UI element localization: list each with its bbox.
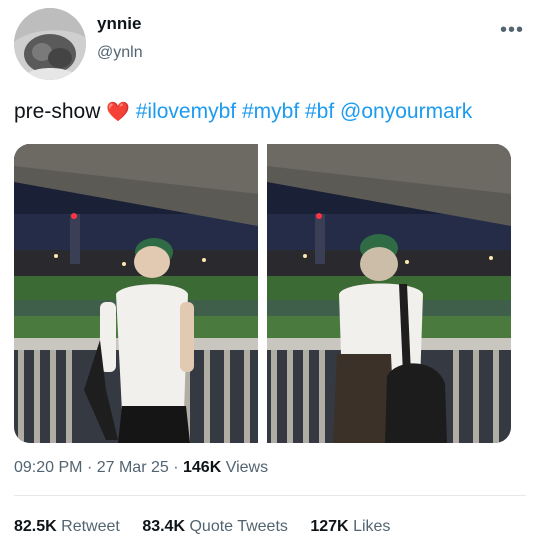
divider bbox=[14, 495, 526, 496]
photo-front[interactable] bbox=[14, 144, 258, 443]
retweets-count: 82.5K bbox=[14, 518, 57, 535]
tweet-body: pre-show bbox=[14, 100, 101, 123]
heart-emoji: ❤️ bbox=[106, 102, 130, 123]
hashtag-ilovemybf[interactable]: #ilovemybf bbox=[136, 100, 236, 123]
meta-separator: · bbox=[86, 459, 93, 476]
hashtag-bf[interactable]: #bf bbox=[305, 100, 334, 123]
mention-onyourmark[interactable]: @onyourmark bbox=[340, 100, 472, 123]
tweet-time[interactable]: 09:20 PM bbox=[14, 459, 82, 476]
author-handle[interactable]: @ynln bbox=[97, 44, 143, 62]
tweet-text: pre-show ❤️ #ilovemybf #mybf #bf @onyour… bbox=[14, 98, 472, 127]
author-name[interactable]: ynnie bbox=[97, 14, 141, 34]
likes-label: Likes bbox=[353, 518, 391, 535]
views-count: 146K bbox=[183, 459, 222, 476]
meta-separator: · bbox=[173, 459, 179, 476]
tweet-date[interactable]: 27 Mar 25 bbox=[97, 459, 169, 476]
likes-stat[interactable]: 127K Likes bbox=[310, 518, 390, 535]
quote-tweets-count: 83.4K bbox=[142, 518, 186, 535]
retweets-stat[interactable]: 82.5K Retweet bbox=[14, 518, 124, 535]
more-options-icon[interactable]: ••• bbox=[500, 20, 524, 40]
tweet-media bbox=[14, 144, 511, 443]
tweet-meta: 09:20 PM · 27 Mar 25 · 146K Views bbox=[14, 459, 268, 477]
hashtag-mybf[interactable]: #mybf bbox=[242, 100, 299, 123]
likes-count: 127K bbox=[310, 518, 349, 535]
quote-tweets-label: Quote Tweets bbox=[189, 518, 288, 535]
views-label: Views bbox=[225, 459, 269, 476]
avatar-image bbox=[14, 8, 86, 80]
quote-tweets-stat[interactable]: 83.4K Quote Tweets bbox=[142, 518, 292, 535]
avatar[interactable] bbox=[14, 8, 86, 80]
retweets-label: Retweet bbox=[61, 518, 120, 535]
photo-back[interactable] bbox=[267, 144, 511, 443]
engagement-stats: 82.5K Retweet 83.4K Quote Tweets 127K Li… bbox=[14, 518, 408, 536]
